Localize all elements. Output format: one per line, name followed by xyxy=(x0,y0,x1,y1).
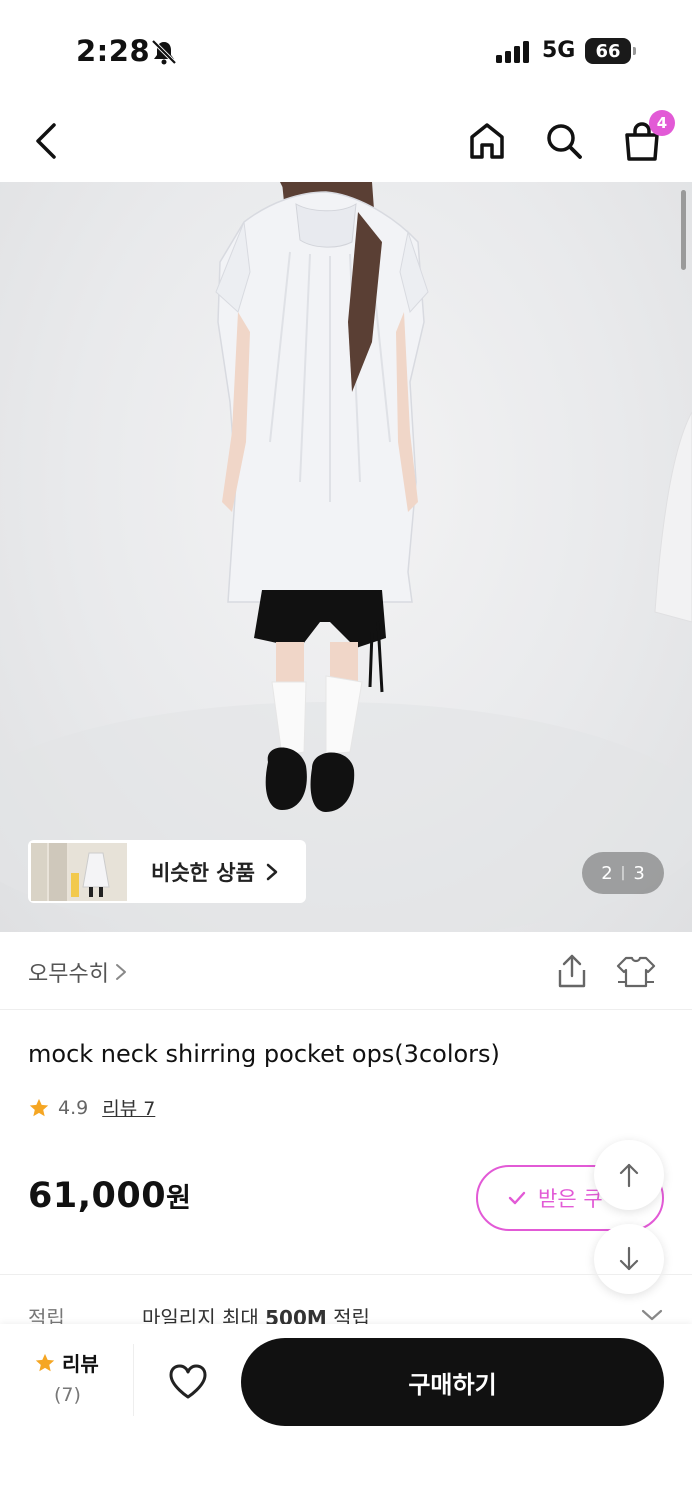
product-image-carousel[interactable]: 비슷한 상품 2 | 3 xyxy=(0,182,692,932)
price-unit: 원 xyxy=(166,1183,192,1214)
section-divider xyxy=(0,1274,692,1275)
cart-count-badge: 4 xyxy=(649,110,675,136)
image-pager: 2 | 3 xyxy=(582,852,664,894)
chevron-down-icon xyxy=(641,1309,663,1321)
bottom-review-label: 리뷰 xyxy=(34,1348,99,1377)
coupon-label: 받은 쿠 xyxy=(538,1187,603,1211)
image-scrollbar[interactable] xyxy=(681,190,686,270)
review-count-link[interactable]: 리뷰 7 xyxy=(102,1094,155,1121)
heart-icon xyxy=(169,1364,207,1399)
product-price: 61,000원 xyxy=(28,1176,191,1216)
star-icon xyxy=(29,1098,49,1116)
home-button[interactable] xyxy=(462,116,512,166)
status-time: 2:28 xyxy=(76,34,151,68)
pager-current: 2 xyxy=(601,862,613,884)
brand-name: 오무수히 xyxy=(28,962,109,987)
rating-row: 4.9 리뷰 7 xyxy=(28,1094,155,1121)
network-label: 5G xyxy=(542,38,576,63)
bottom-review-button[interactable]: 리뷰 (7) xyxy=(0,1344,134,1416)
status-bar: 2:28 5G 66 xyxy=(0,0,692,100)
battery-indicator: 66 xyxy=(585,38,636,64)
similar-products-button[interactable]: 비슷한 상품 xyxy=(28,840,306,903)
bottom-action-bar: 리뷰 (7) 구매하기 xyxy=(0,1324,692,1500)
price-amount: 61,000 xyxy=(28,1176,167,1216)
product-title: mock neck shirring pocket ops(3colors) xyxy=(28,1040,500,1068)
brand-row: 오무수히 xyxy=(0,932,692,1010)
signal-icon xyxy=(496,41,529,63)
share-icon[interactable] xyxy=(552,952,592,992)
scroll-to-top-button[interactable] xyxy=(594,1140,664,1210)
home-icon xyxy=(470,123,504,159)
similar-products-label: 비슷한 상품 xyxy=(151,860,255,885)
scroll-to-bottom-button[interactable] xyxy=(594,1224,664,1294)
search-icon xyxy=(547,124,582,159)
back-button[interactable] xyxy=(22,116,72,166)
chevron-right-icon xyxy=(266,863,278,880)
pager-separator: | xyxy=(620,865,626,881)
product-photo xyxy=(0,182,692,932)
star-icon xyxy=(35,1353,55,1371)
top-nav-bar: 4 xyxy=(0,100,692,182)
rating-value: 4.9 xyxy=(58,1096,89,1119)
outfit-hanger-icon[interactable] xyxy=(614,952,658,992)
cart-button[interactable]: 4 xyxy=(617,110,675,166)
search-button[interactable] xyxy=(539,116,589,166)
check-icon xyxy=(508,1191,526,1205)
arrow-up-icon xyxy=(619,1163,639,1188)
brand-link[interactable]: 오무수히 xyxy=(28,956,127,988)
chevron-left-icon xyxy=(36,123,56,159)
pager-total: 3 xyxy=(633,862,645,884)
wishlist-button[interactable] xyxy=(162,1356,214,1408)
chevron-right-icon xyxy=(115,964,126,980)
bell-slash-icon xyxy=(151,39,177,65)
arrow-down-icon xyxy=(619,1246,639,1271)
similar-products-thumbnail xyxy=(31,842,127,901)
buy-button[interactable]: 구매하기 xyxy=(241,1338,664,1426)
bottom-review-count: (7) xyxy=(54,1384,81,1406)
